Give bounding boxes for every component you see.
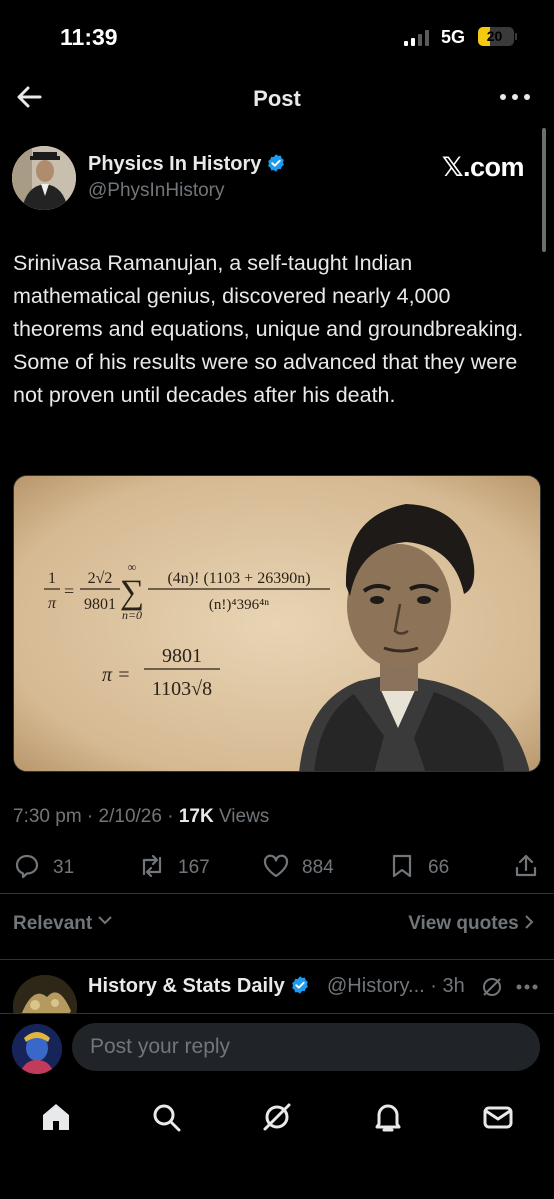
author-avatar[interactable] xyxy=(12,146,76,210)
svg-text:9801: 9801 xyxy=(84,596,116,613)
post-actions: 31 167 884 66 xyxy=(0,848,554,888)
views-count[interactable]: 17K xyxy=(179,806,214,827)
svg-text:=: = xyxy=(64,581,74,601)
reply-icons xyxy=(480,975,540,999)
scrollbar[interactable] xyxy=(542,128,546,252)
svg-text:n=0: n=0 xyxy=(122,608,142,622)
reply-author-name[interactable]: History & Stats Daily xyxy=(88,975,310,998)
grok-tab[interactable] xyxy=(259,1099,295,1135)
svg-text:π: π xyxy=(48,595,57,612)
svg-text:2√2: 2√2 xyxy=(88,570,113,587)
sort-dropdown[interactable]: Relevant xyxy=(13,913,113,935)
mail-icon xyxy=(483,1106,513,1129)
svg-text:π =: π = xyxy=(102,664,131,686)
post-header: Post xyxy=(0,72,554,126)
chevron-right-icon xyxy=(525,915,534,929)
repost-icon xyxy=(142,854,162,878)
svg-text:∑: ∑ xyxy=(120,574,144,611)
more-options-icon[interactable] xyxy=(500,94,530,102)
reply-count: 31 xyxy=(53,857,75,878)
notifications-tab[interactable] xyxy=(370,1099,406,1135)
views-label: Views xyxy=(213,806,270,827)
divider xyxy=(0,959,554,960)
post-text: Srinivasa Ramanujan, a self-taught India… xyxy=(13,251,524,407)
share-button[interactable] xyxy=(512,852,540,884)
x-watermark: 𝕏.com xyxy=(441,152,525,182)
post-timestamp: 7:30 pm · 2/10/26 · xyxy=(13,806,179,827)
svg-text:∞: ∞ xyxy=(128,560,137,574)
reply-input[interactable] xyxy=(72,1023,540,1071)
verified-badge-icon xyxy=(291,976,308,994)
svg-text:(4n)! (1103 + 26390n): (4n)! (1103 + 26390n) xyxy=(167,570,310,587)
battery-icon: 20 xyxy=(478,27,517,46)
post-image[interactable]: 1 π = 2√2 9801 ∞ ∑ n=0 (4n)! (1103 + 263… xyxy=(13,475,541,772)
heart-icon xyxy=(263,854,289,878)
search-tab[interactable] xyxy=(148,1099,184,1135)
status-time: 11:39 xyxy=(60,24,118,50)
reply-composer xyxy=(0,1013,554,1087)
view-quotes-link[interactable]: View quotes xyxy=(408,913,534,935)
more-options-icon[interactable] xyxy=(516,983,538,991)
verified-badge-icon xyxy=(268,154,285,172)
author-name[interactable]: Physics In History xyxy=(88,153,286,176)
divider xyxy=(0,893,554,894)
my-avatar[interactable] xyxy=(12,1024,62,1074)
network-label: 5G xyxy=(441,27,466,47)
like-count: 884 xyxy=(302,857,334,878)
svg-text:(n!)⁴396⁴ⁿ: (n!)⁴396⁴ⁿ xyxy=(209,597,269,613)
grok-icon[interactable] xyxy=(480,975,504,999)
home-tab[interactable] xyxy=(38,1099,74,1135)
svg-text:1: 1 xyxy=(48,570,56,587)
svg-text:9801: 9801 xyxy=(162,645,202,667)
post-meta: 7:30 pm · 2/10/26 · 17K Views xyxy=(13,806,269,828)
reply-handle-time[interactable]: @History... · 3h xyxy=(327,975,465,998)
status-bar: 11:39 5G 20 xyxy=(0,0,554,72)
svg-text:1103√8: 1103√8 xyxy=(152,678,212,700)
home-icon xyxy=(43,1104,69,1130)
messages-tab[interactable] xyxy=(480,1099,516,1135)
signal-icon xyxy=(404,30,434,46)
reply-author-name-text[interactable]: History & Stats Daily xyxy=(88,975,285,997)
share-icon xyxy=(515,854,537,877)
search-icon xyxy=(153,1104,181,1132)
reply-icon xyxy=(15,854,39,879)
sort-label: Relevant xyxy=(13,913,93,934)
bell-icon xyxy=(375,1104,401,1132)
bottom-navigation xyxy=(0,1087,554,1199)
bookmark-icon xyxy=(392,854,412,878)
author-handle[interactable]: @PhysInHistory xyxy=(88,180,225,202)
view-quotes-label: View quotes xyxy=(408,913,519,934)
bookmark-count: 66 xyxy=(428,857,450,878)
page-title: Post xyxy=(253,86,301,111)
grok-icon xyxy=(263,1103,291,1131)
battery-level: 20 xyxy=(486,28,503,44)
repost-count: 167 xyxy=(178,857,210,878)
chevron-down-icon xyxy=(98,916,113,925)
author-name-text[interactable]: Physics In History xyxy=(88,153,261,175)
